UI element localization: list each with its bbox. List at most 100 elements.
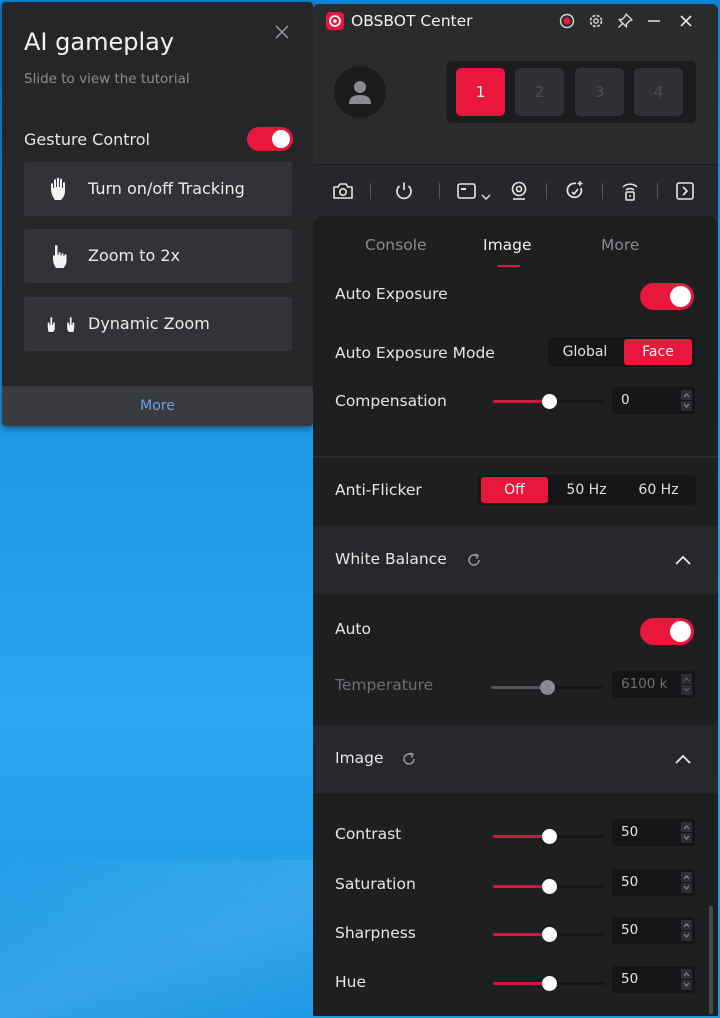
- remote-icon[interactable]: [618, 179, 642, 203]
- settings-content: Console Image More Auto Exposure Auto Ex…: [313, 216, 718, 1016]
- anti-flicker-selector: Off 50 Hz 60 Hz: [478, 475, 696, 505]
- tab-image[interactable]: Image: [483, 236, 532, 254]
- spin-arrows: [681, 822, 692, 843]
- increment-arrow-icon[interactable]: [681, 822, 692, 832]
- hue-input[interactable]: 50: [612, 966, 695, 993]
- decrement-arrow-icon[interactable]: [681, 685, 692, 695]
- chevron-up-icon[interactable]: [673, 552, 693, 568]
- spin-arrows: [681, 969, 692, 990]
- compensation-input[interactable]: 0: [612, 387, 695, 414]
- minimize-icon[interactable]: [644, 11, 664, 31]
- more-link[interactable]: More: [2, 398, 313, 414]
- hue-label: Hue: [335, 973, 367, 991]
- spin-arrows: [681, 390, 692, 411]
- increment-arrow-icon[interactable]: [681, 674, 692, 684]
- window-title: OBSBOT Center: [351, 12, 473, 30]
- decrement-arrow-icon[interactable]: [681, 401, 692, 411]
- spin-value: 50: [621, 971, 639, 987]
- sharpness-slider[interactable]: [493, 927, 605, 942]
- spin-value: 50: [621, 874, 639, 890]
- ai-tracking-icon[interactable]: [563, 179, 587, 203]
- anti-flicker-option-60hz[interactable]: 60 Hz: [625, 477, 692, 503]
- slider-knob[interactable]: [542, 976, 557, 991]
- tab-more[interactable]: More: [601, 236, 639, 254]
- device-button-3[interactable]: 3: [575, 68, 624, 116]
- ai-gameplay-panel: AI gameplay Slide to view the tutorial G…: [2, 2, 313, 426]
- saturation-input[interactable]: 50: [612, 869, 695, 896]
- anti-flicker-option-50hz[interactable]: 50 Hz: [553, 477, 620, 503]
- decrement-arrow-icon[interactable]: [681, 980, 692, 990]
- decrement-arrow-icon[interactable]: [681, 883, 692, 893]
- toolbar-divider: [602, 183, 603, 199]
- slider-fill: [493, 982, 549, 985]
- slider-knob[interactable]: [542, 879, 557, 894]
- spin-value: 50: [621, 922, 639, 938]
- tab-console[interactable]: Console: [365, 236, 427, 254]
- auto-exposure-mode-label: Auto Exposure Mode: [335, 344, 495, 362]
- white-balance-header[interactable]: White Balance: [313, 526, 718, 594]
- anti-flicker-option-off[interactable]: Off: [481, 477, 548, 503]
- open-palm-icon: [51, 177, 65, 200]
- temperature-input[interactable]: 6100 k: [612, 671, 695, 698]
- toolbar-divider: [657, 183, 658, 199]
- slider-knob[interactable]: [542, 394, 557, 409]
- slider-knob[interactable]: [540, 680, 555, 695]
- slider-knob[interactable]: [542, 927, 557, 942]
- ai-panel-subtitle: Slide to view the tutorial: [24, 71, 190, 87]
- device-button-4[interactable]: 4: [634, 68, 683, 116]
- contrast-slider[interactable]: [493, 829, 605, 844]
- pointing-hand-icon: [53, 245, 67, 268]
- device-button-1[interactable]: 1: [456, 68, 505, 116]
- user-icon: [349, 81, 371, 104]
- spin-arrows: [681, 674, 692, 695]
- obsbot-center-window: OBSBOT Center 1 2 3 4 Console Image More…: [313, 4, 718, 1016]
- device-button-2[interactable]: 2: [515, 68, 564, 116]
- increment-arrow-icon[interactable]: [681, 969, 692, 979]
- compensation-slider[interactable]: [493, 394, 605, 409]
- gesture-button-dynamic-zoom[interactable]: Dynamic Zoom: [24, 297, 292, 351]
- reset-icon[interactable]: [401, 751, 417, 767]
- chevron-up-icon[interactable]: [673, 751, 693, 767]
- contrast-input[interactable]: 50: [612, 819, 695, 846]
- slider-fill: [493, 933, 549, 936]
- close-icon[interactable]: [676, 11, 696, 31]
- power-icon[interactable]: [392, 179, 416, 203]
- decrement-arrow-icon[interactable]: [681, 833, 692, 843]
- gesture-control-toggle[interactable]: [247, 127, 293, 151]
- pin-icon[interactable]: [615, 11, 635, 31]
- slider-fill: [491, 686, 547, 689]
- toolbar-divider: [439, 183, 440, 199]
- increment-arrow-icon[interactable]: [681, 920, 692, 930]
- collapse-panel-icon[interactable]: [673, 179, 697, 203]
- gesture-label: Dynamic Zoom: [88, 314, 210, 333]
- reset-icon[interactable]: [466, 552, 482, 568]
- increment-arrow-icon[interactable]: [681, 872, 692, 882]
- slider-knob[interactable]: [542, 829, 557, 844]
- gesture-button-zoom[interactable]: Zoom to 2x: [24, 229, 292, 283]
- auto-exposure-toggle[interactable]: [640, 283, 694, 310]
- avatar[interactable]: [334, 66, 386, 118]
- close-icon[interactable]: [270, 20, 294, 44]
- slider-fill: [493, 835, 549, 838]
- two-hands-icon: [47, 317, 75, 332]
- spin-arrows: [681, 872, 692, 893]
- video-mode-icon[interactable]: [455, 179, 495, 203]
- temperature-label: Temperature: [335, 676, 434, 694]
- image-section-header[interactable]: Image: [313, 725, 718, 793]
- gear-icon[interactable]: [586, 11, 606, 31]
- increment-arrow-icon[interactable]: [681, 390, 692, 400]
- white-balance-auto-toggle[interactable]: [640, 618, 694, 645]
- hue-slider[interactable]: [493, 976, 605, 991]
- mode-option-face[interactable]: Face: [624, 339, 692, 365]
- webcam-icon[interactable]: [507, 179, 531, 203]
- toolbar: [313, 164, 718, 216]
- saturation-slider[interactable]: [493, 879, 605, 894]
- record-icon[interactable]: [557, 11, 577, 31]
- temperature-slider[interactable]: [491, 680, 603, 695]
- scrollbar[interactable]: [709, 906, 713, 1014]
- decrement-arrow-icon[interactable]: [681, 931, 692, 941]
- gesture-button-tracking[interactable]: Turn on/off Tracking: [24, 162, 292, 216]
- sharpness-input[interactable]: 50: [612, 917, 695, 944]
- camera-snapshot-icon[interactable]: [331, 179, 355, 203]
- mode-option-global[interactable]: Global: [551, 339, 619, 365]
